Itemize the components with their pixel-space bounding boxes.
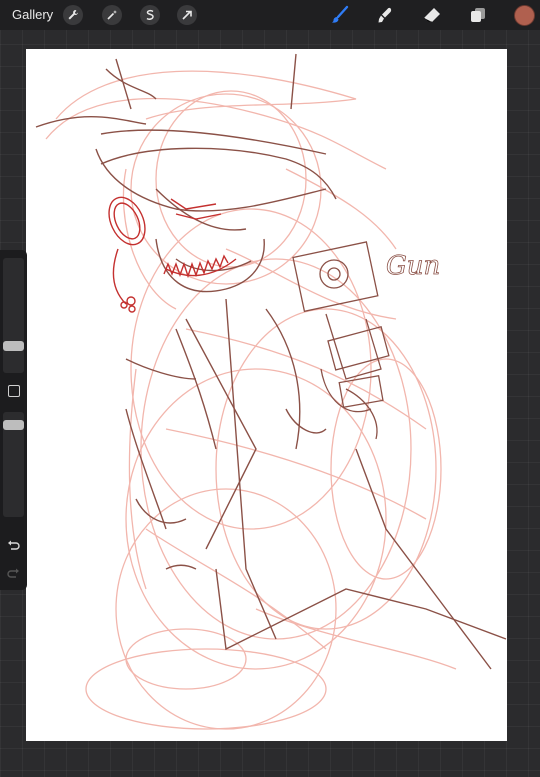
gun-sketch	[292, 241, 390, 440]
top-toolbar: Gallery	[0, 0, 540, 30]
undo-icon[interactable]	[7, 539, 20, 557]
gallery-button[interactable]: Gallery	[12, 7, 53, 22]
selection-icon[interactable]	[140, 5, 160, 25]
left-sidebar	[0, 250, 27, 590]
gun-label: Gun	[386, 251, 440, 281]
transform-arrow-icon[interactable]	[177, 5, 197, 25]
main-line-art	[35, 53, 507, 670]
brush-icon[interactable]	[330, 5, 350, 25]
redo-icon	[7, 567, 20, 585]
brush-size-slider[interactable]	[3, 258, 24, 373]
eraser-icon[interactable]	[422, 5, 442, 25]
color-swatch[interactable]	[514, 5, 535, 26]
wrench-icon[interactable]	[63, 5, 83, 25]
smudge-icon[interactable]	[375, 5, 395, 25]
drawing-canvas[interactable]: Gun	[26, 49, 507, 741]
opacity-thumb[interactable]	[3, 420, 24, 430]
modify-button[interactable]	[8, 385, 20, 397]
layers-icon[interactable]	[468, 5, 488, 25]
brush-size-thumb[interactable]	[3, 341, 24, 351]
sketch-drawing: Gun	[35, 53, 507, 730]
magic-wand-icon[interactable]	[102, 5, 122, 25]
